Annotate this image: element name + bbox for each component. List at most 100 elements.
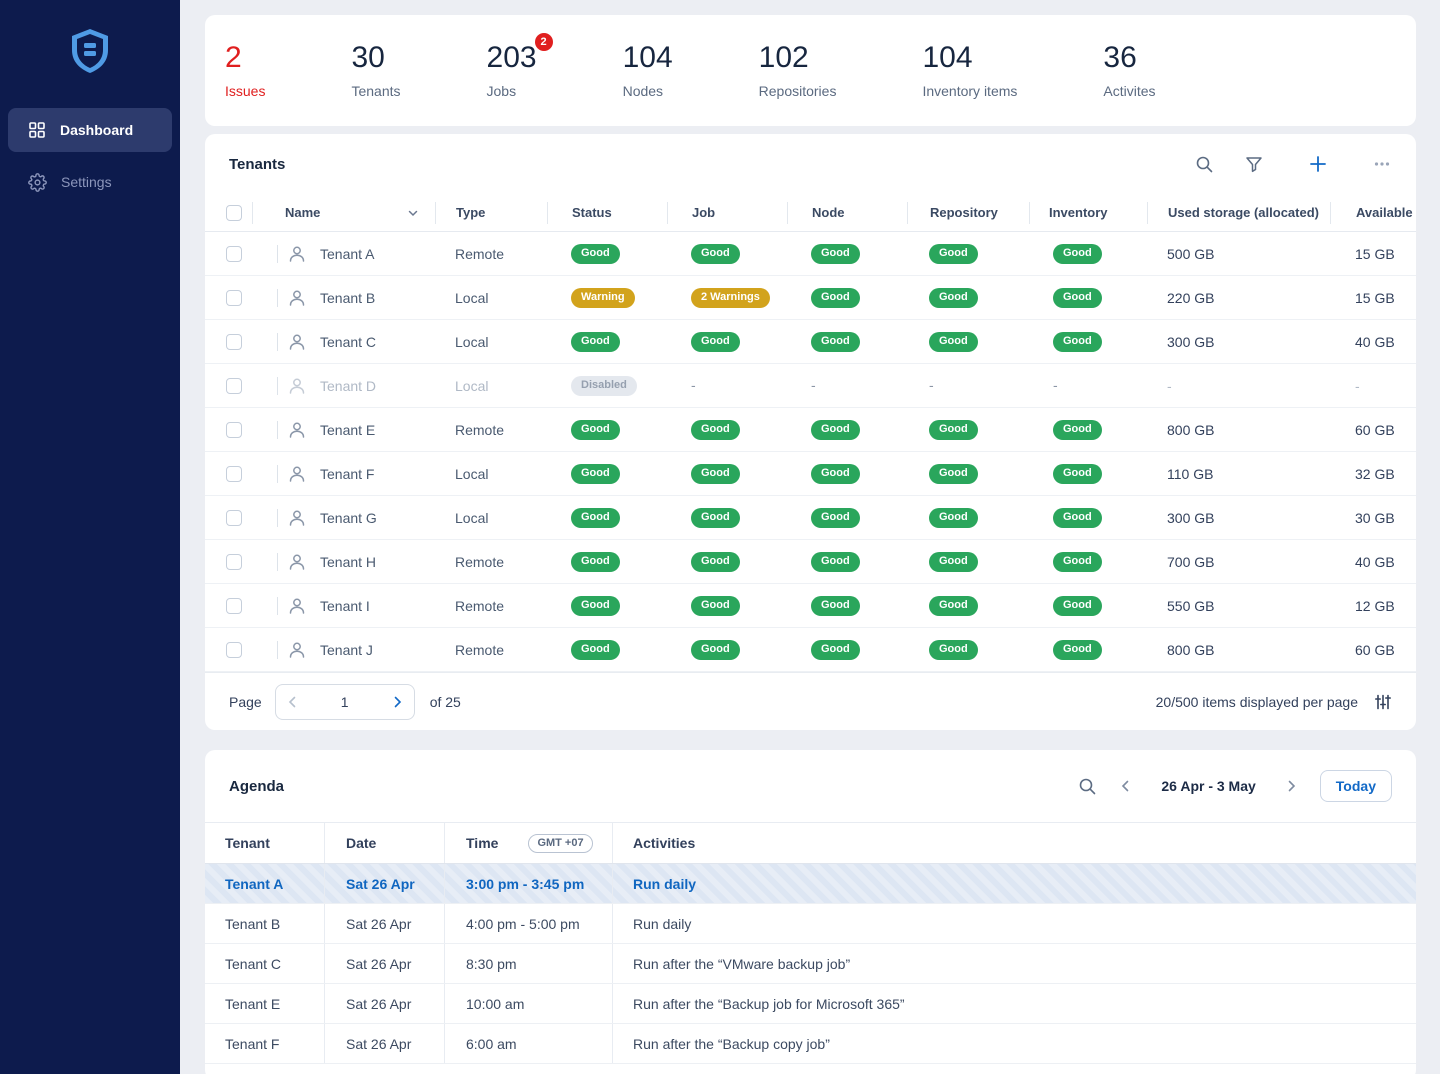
row-checkbox[interactable] (226, 510, 242, 526)
tenant-name-cell: Tenant F (252, 464, 435, 484)
person-icon (287, 552, 307, 572)
column-header-name[interactable]: Name (252, 202, 435, 224)
status-badge: Good (1053, 244, 1102, 264)
filter-icon[interactable] (1244, 154, 1264, 174)
agenda-tenant: Tenant F (205, 1024, 324, 1063)
add-tenant-icon[interactable] (1308, 154, 1328, 174)
select-all-checkbox[interactable] (226, 205, 242, 221)
available-storage-value: 60 GB (1330, 422, 1416, 438)
column-header-inventory[interactable]: Inventory (1029, 202, 1147, 224)
agenda-date: Sat 26 Apr (324, 944, 444, 983)
status-badge: Good (571, 332, 620, 352)
agenda-column-date[interactable]: Date (324, 823, 444, 863)
stat-inventory-items[interactable]: 104Inventory items (922, 42, 1017, 99)
table-row[interactable]: Tenant GLocalGoodGoodGoodGoodGood300 GB3… (205, 496, 1416, 540)
current-page-value[interactable]: 1 (341, 694, 349, 710)
agenda-row[interactable]: Tenant ASat 26 Apr3:00 pm - 3:45 pmRun d… (205, 864, 1416, 904)
row-checkbox[interactable] (226, 466, 242, 482)
row-checkbox[interactable] (226, 554, 242, 570)
column-header-type[interactable]: Type (435, 202, 547, 224)
agenda-activity: Run daily (612, 864, 1416, 903)
status-badge: Good (811, 508, 860, 528)
next-week-chevron-icon[interactable] (1284, 779, 1298, 793)
used-storage-value: 220 GB (1147, 290, 1330, 306)
tenants-table-body: Tenant ARemoteGoodGoodGoodGoodGood500 GB… (205, 232, 1416, 672)
column-header-status[interactable]: Status (547, 202, 667, 224)
tenant-name-cell: Tenant C (252, 332, 435, 352)
status-cell: Good (907, 551, 1029, 572)
tenant-name: Tenant H (320, 554, 376, 570)
row-checkbox[interactable] (226, 378, 242, 394)
available-storage-value: 60 GB (1330, 642, 1416, 658)
sidebar-item-settings[interactable]: Settings (8, 160, 172, 204)
more-options-icon[interactable] (1372, 154, 1392, 174)
table-row[interactable]: Tenant ARemoteGoodGoodGoodGoodGood500 GB… (205, 232, 1416, 276)
tenant-name-cell: Tenant A (252, 244, 435, 264)
chevron-right-icon[interactable] (390, 695, 404, 709)
table-row[interactable]: Tenant HRemoteGoodGoodGoodGoodGood700 GB… (205, 540, 1416, 584)
status-badge: Good (1053, 640, 1102, 660)
person-icon (287, 376, 307, 396)
column-header-node[interactable]: Node (787, 202, 907, 224)
column-header-job[interactable]: Job (667, 202, 787, 224)
status-cell: Good (547, 463, 667, 484)
person-icon (287, 508, 307, 528)
stat-label: Issues (225, 83, 265, 99)
row-checkbox[interactable] (226, 290, 242, 306)
row-checkbox[interactable] (226, 334, 242, 350)
used-storage-value: 800 GB (1147, 422, 1330, 438)
row-checkbox[interactable] (226, 246, 242, 262)
stats-bar: 2Issues 30Tenants 2032Jobs 104Nodes 102Repos… (205, 15, 1416, 126)
display-settings-sliders-icon[interactable] (1374, 693, 1392, 711)
column-header-repository[interactable]: Repository (907, 202, 1029, 224)
status-cell: Warning (547, 287, 667, 308)
dashboard-grid-icon (28, 121, 46, 139)
stat-jobs[interactable]: 2032Jobs (487, 42, 537, 99)
column-header-used-storage[interactable]: Used storage (allocated) (1147, 202, 1330, 224)
status-cell: Good (667, 419, 787, 440)
table-row[interactable]: Tenant JRemoteGoodGoodGoodGoodGood800 GB… (205, 628, 1416, 672)
agenda-column-time[interactable]: Time GMT +07 (444, 823, 612, 863)
status-cell: Good (667, 243, 787, 264)
sidebar-item-dashboard[interactable]: Dashboard (8, 108, 172, 152)
status-badge: Good (929, 508, 978, 528)
agenda-row[interactable]: Tenant FSat 26 Apr6:00 amRun after the “… (205, 1024, 1416, 1064)
stat-tenants[interactable]: 30Tenants (351, 42, 400, 99)
chevron-down-icon[interactable] (407, 207, 419, 219)
agenda-row[interactable]: Tenant ESat 26 Apr10:00 amRun after the … (205, 984, 1416, 1024)
stat-repositories[interactable]: 102Repositories (759, 42, 837, 99)
row-checkbox[interactable] (226, 642, 242, 658)
chevron-left-icon[interactable] (286, 695, 300, 709)
table-row[interactable]: Tenant BLocalWarning2 WarningsGoodGoodGo… (205, 276, 1416, 320)
agenda-tenant: Tenant E (205, 984, 324, 1023)
status-cell: Good (547, 639, 667, 660)
status-cell: Good (907, 595, 1029, 616)
column-header-available-storage[interactable]: Available storage (1330, 202, 1416, 224)
available-storage-value: 32 GB (1330, 466, 1416, 482)
sidebar: Dashboard Settings (0, 0, 180, 1074)
row-checkbox[interactable] (226, 422, 242, 438)
agenda-search-icon[interactable] (1077, 776, 1097, 796)
row-checkbox[interactable] (226, 598, 242, 614)
search-icon[interactable] (1194, 154, 1214, 174)
agenda-column-tenant[interactable]: Tenant (205, 823, 324, 863)
status-cell: Good (787, 419, 907, 440)
stat-nodes[interactable]: 104Nodes (623, 42, 673, 99)
agenda-column-activities[interactable]: Activities (612, 823, 1416, 863)
page-selector[interactable]: 1 (275, 684, 415, 720)
tenant-name-cell: Tenant D (252, 376, 435, 396)
status-badge: Good (1053, 420, 1102, 440)
status-cell: Good (547, 331, 667, 352)
stat-issues[interactable]: 2Issues (225, 42, 265, 99)
today-button[interactable]: Today (1320, 770, 1392, 802)
stat-activites[interactable]: 36Activites (1103, 42, 1155, 99)
table-row[interactable]: Tenant ERemoteGoodGoodGoodGoodGood800 GB… (205, 408, 1416, 452)
agenda-row[interactable]: Tenant BSat 26 Apr4:00 pm - 5:00 pmRun d… (205, 904, 1416, 944)
available-storage-value: 15 GB (1330, 246, 1416, 262)
agenda-row[interactable]: Tenant CSat 26 Apr8:30 pmRun after the “… (205, 944, 1416, 984)
table-row[interactable]: Tenant CLocalGoodGoodGoodGoodGood300 GB4… (205, 320, 1416, 364)
table-row[interactable]: Tenant DLocalDisabled------ (205, 364, 1416, 408)
table-row[interactable]: Tenant FLocalGoodGoodGoodGoodGood110 GB3… (205, 452, 1416, 496)
table-row[interactable]: Tenant IRemoteGoodGoodGoodGoodGood550 GB… (205, 584, 1416, 628)
previous-week-chevron-icon[interactable] (1119, 779, 1133, 793)
